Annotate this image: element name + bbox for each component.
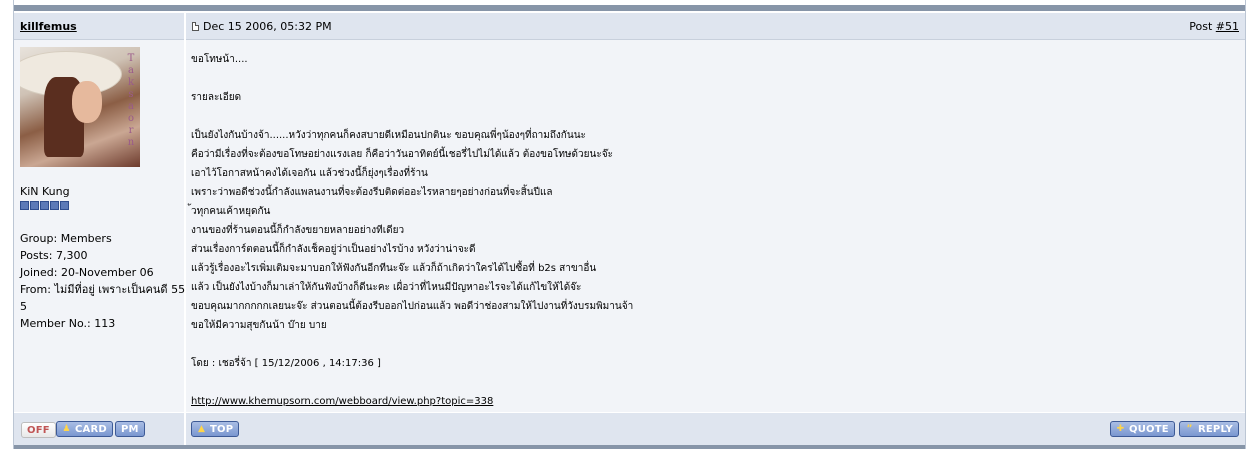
member-number: Member No.: 113 [20,317,116,330]
message-line: แล้ว เป็นยังไงบ้างก็มาเล่าให้กันฟังบ้างก… [191,282,582,293]
post-number: Post #51 [1189,20,1239,33]
message-line: ขอบคุณมากกกกกเลยนะจ๊ะ ส่วนตอนนี้ต้องรีบอ… [191,301,634,312]
message-line [191,335,1231,354]
rank-pip-icon [30,201,39,210]
profile-actions: OFF ♟ CARD PM [14,413,184,445]
message-line: รายละเอียด [191,92,242,103]
quote-button-label: QUOTE [1129,423,1169,435]
quote-button[interactable]: ✚ QUOTE [1110,421,1175,437]
card-button-label: CARD [75,423,107,435]
reply-button[interactable]: ” REPLY [1179,421,1239,437]
message-line [191,69,1231,88]
message-line: http://www.khemupsorn.com/webboard/view.… [191,392,1231,411]
post-date-text: Dec 15 2006, 05:32 PM [203,20,332,33]
message-line: งานของที่ร้านตอนนี้ก็กำลังขยายหลายอย่างท… [191,225,405,236]
message-line: เพราะว่าพอดีช่วงนี้กำลังแพลนงานที่จะต้อง… [191,187,553,198]
avatar-watermark: Taksaorn [127,53,135,148]
rank-pip-icon [60,201,69,210]
message-line: เอาไว้โอกาสหน้าคงได้เจอกัน แล้วช่วงนี้ก็… [191,168,428,179]
post-message: ขอโทษน้า.... รายละเอียด เป็นยังไงกันบ้าง… [191,50,1231,411]
source-link[interactable]: http://www.khemupsorn.com/webboard/view.… [191,396,493,407]
arrow-up-icon: ▲ [197,423,206,434]
message-line: โดย : เชอรี่จ้า [ 15/12/2006 , 14:17:36 … [191,358,381,369]
rank-pips [20,201,69,210]
member-group: Group: Members [20,232,112,245]
message-line: ้วทุกคนเค้าหยุดกัน [191,206,271,217]
message-line: คือว่ามีเรื่องที่จะต้องขอโทษอย่างแรงเลย … [191,149,613,160]
plus-icon: ✚ [1116,423,1125,434]
message-line: ส่วนเรื่องการ์ตตอนนี้ก็กำลังเช็คอยู่ว่าเ… [191,244,476,255]
message-line: แล้วรู้เรื่องอะไรเพิ่มเติมจะมาบอกให้ฟังก… [191,263,597,274]
author-link[interactable]: killfemus [20,20,77,33]
user-icon: ♟ [62,423,71,434]
rank-pip-icon [40,201,49,210]
top-divider [14,5,1245,11]
card-button[interactable]: ♟ CARD [56,421,113,437]
pm-button[interactable]: PM [115,421,145,437]
message-line: เป็นยังไงกันบ้างจ้า......หวังว่าทุกคนก็ค… [191,130,586,141]
online-status-button[interactable]: OFF [21,422,56,438]
member-posts: Posts: 7,300 [20,249,88,262]
top-button[interactable]: ▲ TOP [191,421,240,437]
post-author-header: killfemus [14,13,184,40]
member-from-cont: 5 [20,300,27,313]
post-date: Dec 15 2006, 05:32 PM [192,20,332,33]
member-from: From: ไม่มีที่อยู่ เพราะเป็นคนดี 555 [20,283,193,296]
display-name: KiN Kung [20,185,70,198]
author-profile-panel: Taksaorn KiN Kung Group: Members Posts: … [14,40,192,412]
avatar[interactable]: Taksaorn [20,47,140,167]
post-meta-header: Dec 15 2006, 05:32 PM Post #51 [186,13,1245,40]
reply-button-label: REPLY [1198,423,1233,435]
post-actions: ▲ TOP ✚ QUOTE ” REPLY [186,413,1245,445]
post-document-icon [192,22,199,31]
post-number-link[interactable]: #51 [1216,20,1239,33]
message-line: ขอโทษน้า.... [191,54,248,65]
post-number-prefix: Post [1189,20,1216,33]
online-status-label: OFF [27,424,50,436]
top-button-label: TOP [210,423,234,435]
pm-button-label: PM [121,423,139,435]
rank-pip-icon [20,201,29,210]
member-joined: Joined: 20-November 06 [20,266,154,279]
avatar-face [72,81,102,123]
message-line [191,373,1231,392]
post-content: ขอโทษน้า.... รายละเอียด เป็นยังไงกันบ้าง… [186,40,1245,412]
message-line: ขอให้มีความสุขกันน้า บ๊าย บาย [191,320,327,331]
quote-marks-icon: ” [1186,423,1193,434]
message-line [191,107,1231,126]
bottom-divider [14,445,1245,449]
rank-pip-icon [50,201,59,210]
